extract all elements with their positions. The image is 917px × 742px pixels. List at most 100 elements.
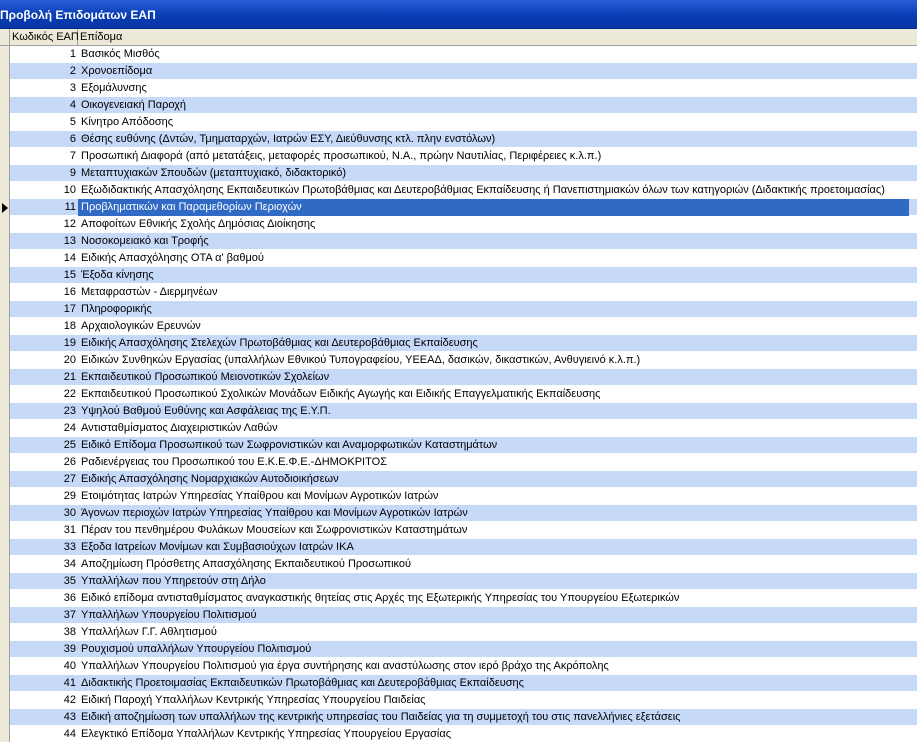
row-selector[interactable] — [0, 505, 10, 522]
cell-code[interactable]: 5 — [10, 114, 78, 131]
cell-code[interactable]: 27 — [10, 471, 78, 488]
cell-name[interactable]: Ειδική αποζημίωση των υπαλλήλων της κεντ… — [81, 709, 917, 726]
row-selector[interactable] — [0, 80, 10, 97]
cell-name[interactable]: Αποφοίτων Εθνικής Σχολής Δημόσιας Διοίκη… — [81, 216, 917, 233]
row-selector[interactable] — [0, 624, 10, 641]
cell-name[interactable]: Εκπαιδευτικού Προσωπικού Μειονοτικών Σχο… — [81, 369, 917, 386]
cell-code[interactable]: 34 — [10, 556, 78, 573]
row-selector[interactable] — [0, 454, 10, 471]
cell-code[interactable]: 13 — [10, 233, 78, 250]
cell-code[interactable]: 15 — [10, 267, 78, 284]
cell-code[interactable]: 19 — [10, 335, 78, 352]
cell-name[interactable]: Πληροφορικής — [81, 301, 917, 318]
table-row[interactable]: 10 Εξωδιδακτικής Απασχόλησης Εκπαιδευτικώ… — [0, 182, 917, 199]
cell-code[interactable]: 36 — [10, 590, 78, 607]
column-header-code[interactable]: Κωδικός ΕΑΠ — [10, 29, 79, 45]
row-selector[interactable] — [0, 556, 10, 573]
table-row[interactable]: 15 Έξοδα κίνησης — [0, 267, 917, 284]
row-selector[interactable] — [0, 573, 10, 590]
table-row[interactable]: 23 Υψηλού Βαθμού Ευθύνης και Ασφάλειας τη… — [0, 403, 917, 420]
table-row[interactable]: 5 Κίνητρο Απόδοσης — [0, 114, 917, 131]
row-selector[interactable] — [0, 233, 10, 250]
row-selector[interactable] — [0, 182, 10, 199]
cell-name[interactable]: Ειδική Παροχή Υπαλλήλων Κεντρικής Υπηρεσ… — [81, 692, 917, 709]
table-row[interactable]: 19 Ειδικής Απασχόλησης Στελεχών Πρωτοβάθμ… — [0, 335, 917, 352]
cell-code[interactable]: 33 — [10, 539, 78, 556]
table-row[interactable]: 14 Ειδικής Απασχόλησης ΟΤΑ α' βαθμού — [0, 250, 917, 267]
table-row[interactable]: 22 Εκπαιδευτικού Προσωπικού Σχολικών Μονά… — [0, 386, 917, 403]
row-selector[interactable] — [0, 165, 10, 182]
cell-name[interactable]: Ειδικής Απασχόλησης ΟΤΑ α' βαθμού — [81, 250, 917, 267]
cell-name[interactable]: Ελεγκτικό Επίδομα Υπαλλήλων Κεντρικής Υπ… — [81, 726, 917, 742]
row-selector[interactable] — [0, 148, 10, 165]
cell-code[interactable]: 1 — [10, 46, 78, 63]
row-selector[interactable] — [0, 267, 10, 284]
cell-code[interactable]: 35 — [10, 573, 78, 590]
cell-name[interactable]: Πέραν του πενθημέρου Φυλάκων Μουσείων κα… — [81, 522, 917, 539]
row-selector[interactable] — [0, 692, 10, 709]
row-selector[interactable] — [0, 46, 10, 63]
row-selector[interactable] — [0, 199, 10, 216]
cell-name[interactable]: Ειδικό Επίδομα Προσωπικού των Σωφρονιστι… — [81, 437, 917, 454]
cell-name[interactable]: Εξωδιδακτικής Απασχόλησης Εκπαιδευτικών … — [81, 182, 917, 199]
cell-name[interactable]: Ετοιμότητας Ιατρών Υπηρεσίας Υπαίθρου κα… — [81, 488, 917, 505]
table-row[interactable]: 3 Εξομάλυνσης — [0, 80, 917, 97]
cell-name[interactable]: Εξοδα Ιατρείων Μονίμων και Συμβασιούχων … — [81, 539, 917, 556]
table-row[interactable]: 18 Αρχαιολογικών Ερευνών — [0, 318, 917, 335]
table-row[interactable]: 30 Άγονων περιοχών Ιατρών Υπηρεσίας Υπαίθ… — [0, 505, 917, 522]
cell-name[interactable]: Εκπαιδευτικού Προσωπικού Σχολικών Μονάδω… — [81, 386, 917, 403]
cell-code[interactable]: 17 — [10, 301, 78, 318]
table-row[interactable]: 35 Υπαλλήλων που Υπηρετούν στη Δήλο — [0, 573, 917, 590]
cell-code[interactable]: 44 — [10, 726, 78, 742]
row-selector[interactable] — [0, 403, 10, 420]
cell-code[interactable]: 31 — [10, 522, 78, 539]
cell-code[interactable]: 24 — [10, 420, 78, 437]
cell-code[interactable]: 11 — [10, 199, 78, 216]
table-row[interactable]: 17 Πληροφορικής — [0, 301, 917, 318]
cell-name[interactable]: Εξομάλυνσης — [81, 80, 917, 97]
table-row[interactable]: 38 Υπαλλήλων Γ.Γ. Αθλητισμού — [0, 624, 917, 641]
row-selector[interactable] — [0, 522, 10, 539]
cell-code[interactable]: 22 — [10, 386, 78, 403]
table-row[interactable]: 1 Βασικός Μισθός — [0, 46, 917, 63]
table-row[interactable]: 36 Ειδικό επίδομα αντισταθμίσματος αναγκα… — [0, 590, 917, 607]
cell-name[interactable]: Ρουχισμού υπαλλήλων Υπουργείου Πολιτισμο… — [81, 641, 917, 658]
table-row[interactable]: 40 Υπαλλήλων Υπουργείου Πολιτισμού για έρ… — [0, 658, 917, 675]
table-row[interactable]: 41 Διδακτικής Προετοιμασίας Εκπαιδευτικών… — [0, 675, 917, 692]
cell-name[interactable]: Ειδικών Συνθηκών Εργασίας (υπαλλήλων Εθν… — [81, 352, 917, 369]
cell-name[interactable]: Κίνητρο Απόδοσης — [81, 114, 917, 131]
row-selector[interactable] — [0, 590, 10, 607]
cell-code[interactable]: 2 — [10, 63, 78, 80]
cell-code[interactable]: 37 — [10, 607, 78, 624]
cell-code[interactable]: 26 — [10, 454, 78, 471]
cell-code[interactable]: 10 — [10, 182, 78, 199]
row-selector[interactable] — [0, 658, 10, 675]
cell-name[interactable]: Υπαλλήλων Υπουργείου Πολιτισμού για έργα… — [81, 658, 917, 675]
cell-name[interactable]: Υπαλλήλων που Υπηρετούν στη Δήλο — [81, 573, 917, 590]
table-row[interactable]: 39 Ρουχισμού υπαλλήλων Υπουργείου Πολιτισ… — [0, 641, 917, 658]
cell-name[interactable]: Νοσοκομειακό και Τροφής — [81, 233, 917, 250]
table-row[interactable]: 6 Θέσης ευθύνης (Δντών, Τμηματαρχών, Ιατρ… — [0, 131, 917, 148]
cell-code[interactable]: 14 — [10, 250, 78, 267]
cell-code[interactable]: 23 — [10, 403, 78, 420]
table-row[interactable]: 12 Αποφοίτων Εθνικής Σχολής Δημόσιας Διοί… — [0, 216, 917, 233]
table-row[interactable]: 44 Ελεγκτικό Επίδομα Υπαλλήλων Κεντρικής … — [0, 726, 917, 742]
cell-code[interactable]: 7 — [10, 148, 78, 165]
cell-code[interactable]: 40 — [10, 658, 78, 675]
cell-code[interactable]: 6 — [10, 131, 78, 148]
cell-name[interactable]: Θέσης ευθύνης (Δντών, Τμηματαρχών, Ιατρώ… — [81, 131, 917, 148]
row-selector[interactable] — [0, 726, 10, 742]
table-row[interactable]: 4 Οικογενειακή Παροχή — [0, 97, 917, 114]
table-row[interactable]: 29 Ετοιμότητας Ιατρών Υπηρεσίας Υπαίθρου … — [0, 488, 917, 505]
cell-code[interactable]: 43 — [10, 709, 78, 726]
cell-name[interactable]: Χρονοεπίδομα — [81, 63, 917, 80]
cell-code[interactable]: 38 — [10, 624, 78, 641]
cell-code[interactable]: 29 — [10, 488, 78, 505]
table-row[interactable]: 16 Μεταφραστών - Διερμηνέων — [0, 284, 917, 301]
row-selector[interactable] — [0, 641, 10, 658]
cell-name[interactable]: Αντισταθμίσματος Διαχειριστικών Λαθών — [81, 420, 917, 437]
table-row[interactable]: 24 Αντισταθμίσματος Διαχειριστικών Λαθών — [0, 420, 917, 437]
row-selector[interactable] — [0, 301, 10, 318]
row-selector[interactable] — [0, 709, 10, 726]
row-selector[interactable] — [0, 216, 10, 233]
